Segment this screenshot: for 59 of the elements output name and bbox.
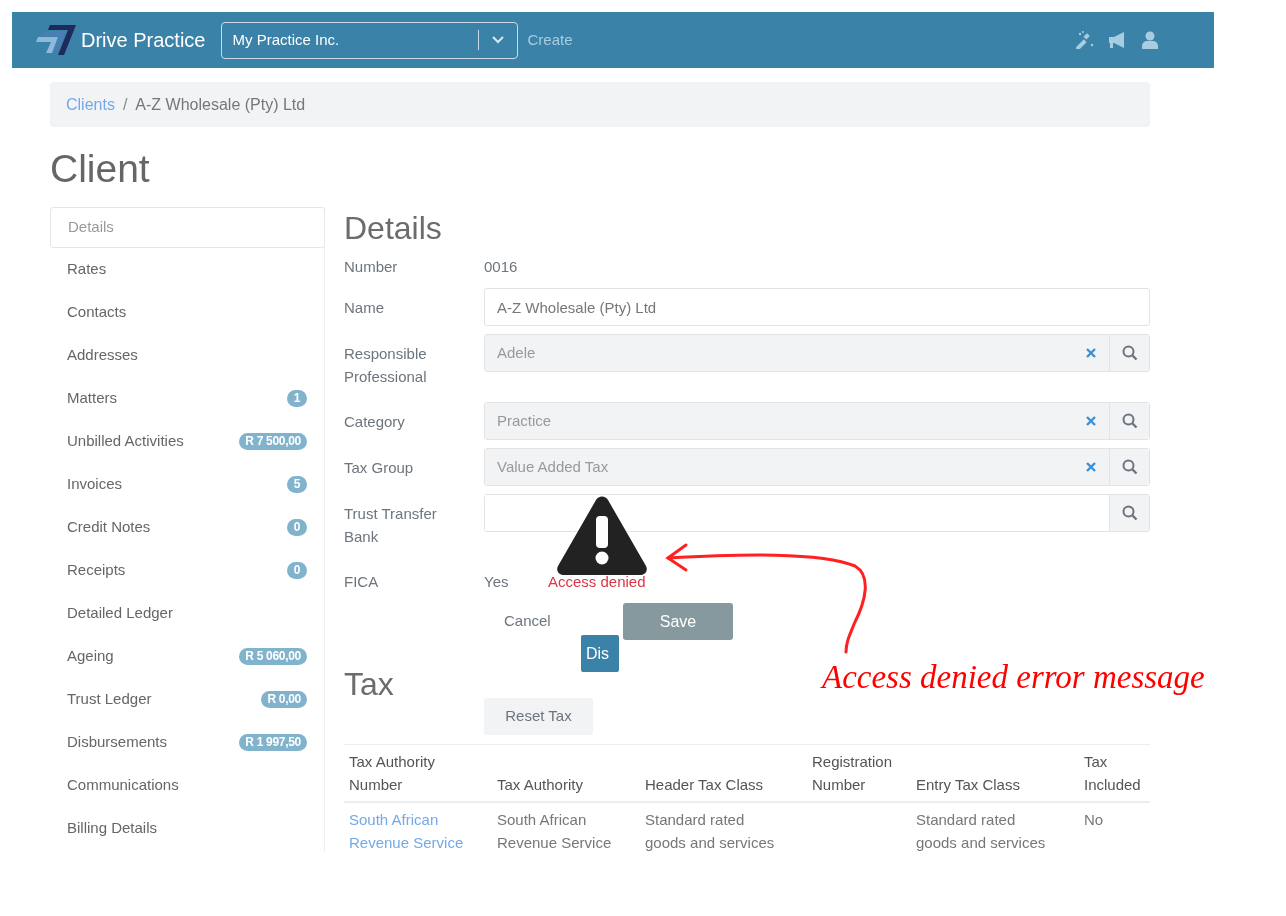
column-header: Entry Tax Class <box>916 776 1020 793</box>
field-label: Number <box>344 257 399 277</box>
page-title: Client <box>50 146 151 192</box>
field-label: Trust Transfer Bank <box>344 504 438 547</box>
chevron-down-icon <box>491 35 506 45</box>
column-header: Registration Number <box>812 753 893 793</box>
sidebar-item[interactable]: Disbursements R 1 997,50 <box>50 721 324 764</box>
sidebar-item[interactable]: Matters 1 <box>50 377 324 420</box>
section-title: Details <box>344 209 442 248</box>
sidebar-item[interactable]: Addresses <box>50 334 324 377</box>
practice-select[interactable]: My Practice Inc. <box>221 21 519 59</box>
column-header: Tax Authority Number <box>349 753 435 793</box>
cancel-button[interactable]: Cancel <box>504 610 551 632</box>
field-label: Responsible Professional <box>344 344 428 387</box>
sidebar-item[interactable]: Communications <box>50 764 324 807</box>
count-badge: 5 <box>287 476 307 493</box>
count-badge: 0 <box>287 519 307 536</box>
column-header: Tax Authority <box>497 776 583 793</box>
sidebar-item[interactable]: Billing Details <box>50 807 324 850</box>
sidebar-item[interactable]: Invoices 5 <box>50 463 324 506</box>
table-cell-text: Standard rated goods and services <box>645 810 776 853</box>
field-value: Yes <box>484 571 510 592</box>
reset-tax-button[interactable]: Reset Tax <box>484 698 593 735</box>
field-value: 0016 <box>484 257 518 277</box>
user-icon[interactable] <box>1142 31 1158 49</box>
magic-wand-icon[interactable] <box>1076 31 1094 49</box>
count-badge: 0 <box>287 562 307 579</box>
count-badge: R 1 997,50 <box>239 734 307 751</box>
save-button[interactable]: Save <box>623 603 733 640</box>
name-input[interactable]: A-Z Wholesale (Pty) Ltd <box>484 288 1150 326</box>
table-cell-text: South African Revenue Service <box>497 810 613 853</box>
field-label: Name <box>344 298 385 318</box>
field-label: FICA <box>344 571 380 592</box>
annotation-text: Access denied error message <box>822 658 1205 697</box>
sidebar-item[interactable]: Receipts 0 <box>50 549 324 592</box>
count-badge: R 7 500,00 <box>239 433 307 450</box>
sidebar-item[interactable]: Unbilled Activities R 7 500,00 <box>50 420 324 463</box>
field-label: Tax Group <box>344 458 415 478</box>
error-message: Access denied <box>548 571 646 592</box>
sidebar-item[interactable]: Credit Notes 0 <box>50 506 324 549</box>
field-label: Category <box>344 412 406 432</box>
count-badge: R 5 060,00 <box>239 648 307 665</box>
sidebar-item[interactable]: Contacts <box>50 291 324 334</box>
logo-icon <box>36 25 76 55</box>
breadcrumb-separator: / <box>122 94 128 115</box>
sidebar-item[interactable]: Rates <box>50 248 324 291</box>
sidebar-item[interactable]: Ageing R 5 060,00 <box>50 635 324 678</box>
sidebar-item[interactable]: Detailed Ledger <box>50 592 324 635</box>
table-cell-text: Standard rated goods and services <box>916 810 1047 853</box>
breadcrumb-current: A-Z Wholesale (Pty) Ltd <box>135 94 306 115</box>
column-header: Header Tax Class <box>645 776 764 793</box>
section-title: Tax <box>344 665 394 704</box>
count-badge: 1 <box>287 390 307 407</box>
sidebar-item[interactable]: Trust Ledger R 0,00 <box>50 678 324 721</box>
column-header: Tax Included <box>1084 753 1141 793</box>
table-cell-text: No <box>1084 810 1105 830</box>
count-badge: R 0,00 <box>261 691 307 708</box>
brand-name[interactable]: Drive Practice <box>81 25 206 55</box>
partial-button[interactable]: Dis <box>581 635 619 672</box>
